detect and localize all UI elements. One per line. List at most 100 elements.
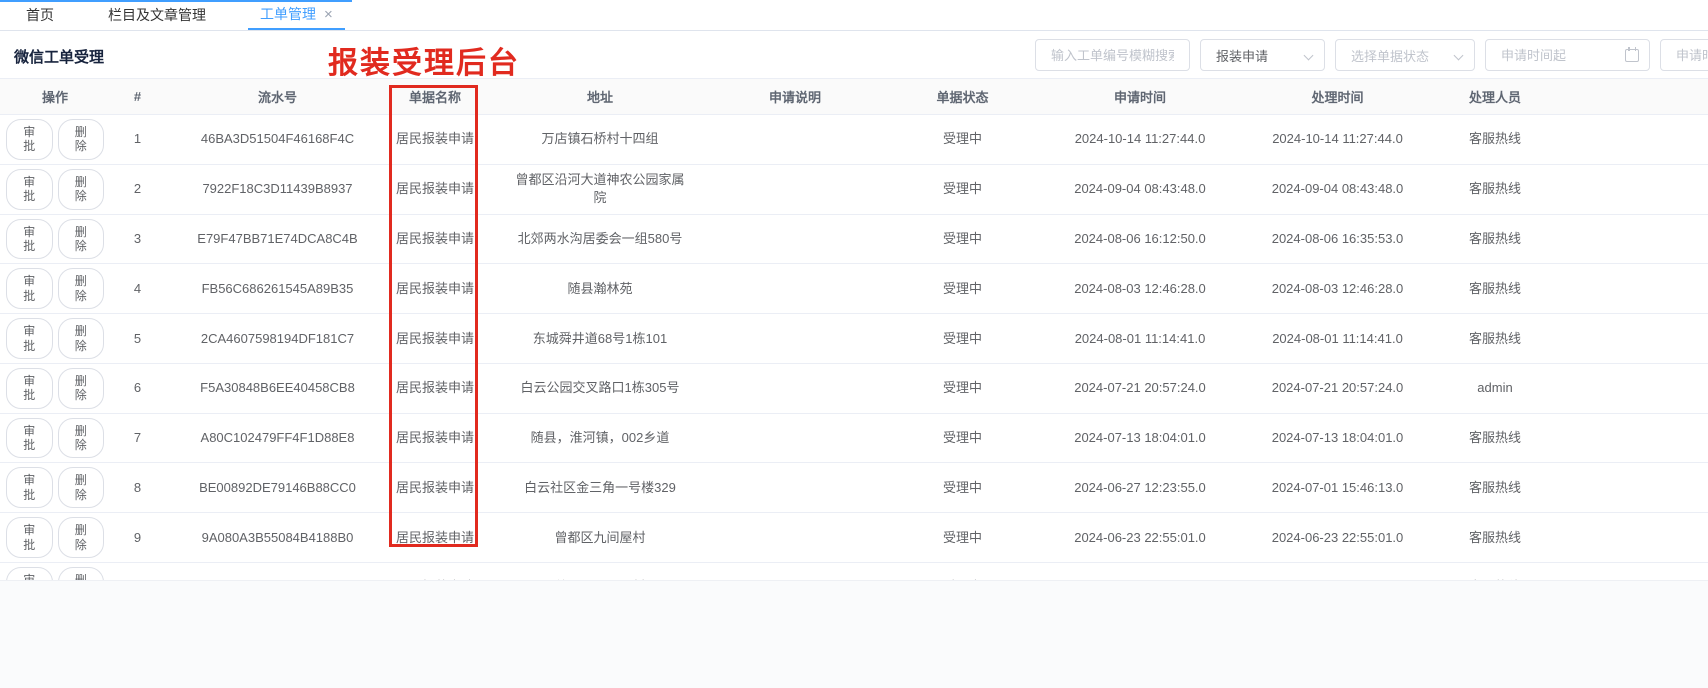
row-actions: 审批 删除 (0, 215, 110, 264)
tab-home[interactable]: 首页 (14, 0, 66, 30)
description (720, 165, 870, 214)
handle-time: 2024-08-01 11:14:41.0 (1225, 314, 1450, 363)
work-order-table: 操作 # 流水号 单据名称 地址 申请说明 单据状态 申请时间 处理时间 处理人… (0, 78, 1708, 613)
status: 受理中 (870, 314, 1055, 363)
handler: 客服热线 (1450, 165, 1540, 214)
address: 东城舜井道68号1栋101 (480, 314, 720, 363)
delete-button[interactable]: 删除 (58, 219, 105, 260)
table-row: 审批 删除 4 FB56C686261545A89B35 居民报装申请 随县瀚林… (0, 264, 1708, 314)
tab-label: 栏目及文章管理 (108, 5, 206, 25)
table-row: 审批 删除 6 F5A30848B6EE40458CB8 居民报装申请 白云公园… (0, 364, 1708, 414)
apply-time: 2024-07-21 20:57:24.0 (1055, 364, 1225, 413)
delete-button[interactable]: 删除 (58, 517, 105, 558)
table-row: 审批 删除 9 9A080A3B55084B4188B0 居民报装申请 曾都区九… (0, 513, 1708, 563)
apply-time: 2024-10-14 11:27:44.0 (1055, 115, 1225, 164)
description (720, 215, 870, 264)
page-title: 微信工单受理 (14, 46, 104, 67)
table-row: 审批 删除 5 2CA4607598194DF181C7 居民报装申请 东城舜井… (0, 314, 1708, 364)
row-index: 3 (110, 215, 165, 264)
order-type-select[interactable]: 报装申请 (1200, 39, 1325, 71)
approve-button[interactable]: 审批 (6, 169, 53, 210)
handler: 客服热线 (1450, 513, 1540, 562)
handle-time: 2024-07-21 20:57:24.0 (1225, 364, 1450, 413)
apply-time: 2024-09-04 08:43:48.0 (1055, 165, 1225, 214)
status: 受理中 (870, 165, 1055, 214)
row-actions: 审批 删除 (0, 463, 110, 512)
approve-button[interactable]: 审批 (6, 119, 53, 160)
row-actions: 审批 删除 (0, 414, 110, 463)
approve-button[interactable]: 审批 (6, 219, 53, 260)
serial-number: FB56C686261545A89B35 (165, 264, 390, 313)
status: 受理中 (870, 215, 1055, 264)
col-header-index: # (110, 79, 165, 114)
description (720, 414, 870, 463)
description (720, 513, 870, 562)
approve-button[interactable]: 审批 (6, 318, 53, 359)
apply-time: 2024-08-06 16:12:50.0 (1055, 215, 1225, 264)
description (720, 115, 870, 164)
description (720, 463, 870, 512)
row-index: 8 (110, 463, 165, 512)
approve-button[interactable]: 审批 (6, 467, 53, 508)
order-search-input[interactable] (1036, 40, 1189, 70)
approve-button[interactable]: 审批 (6, 418, 53, 459)
order-search-field (1035, 39, 1190, 71)
table-row: 审批 删除 2 7922F18C3D11439B8937 居民报装申请 曾都区沿… (0, 165, 1708, 215)
handle-time: 2024-06-23 22:55:01.0 (1225, 513, 1450, 562)
address: 北郊两水沟居委会一组580号 (480, 215, 720, 264)
row-actions: 审批 删除 (0, 264, 110, 313)
toolbar: 微信工单受理 报装申请 选择单据状态 (0, 31, 1708, 78)
address: 万店镇石桥村十四组 (480, 115, 720, 164)
address: 随县瀚林苑 (480, 264, 720, 313)
handler: 客服热线 (1450, 115, 1540, 164)
doc-name: 居民报装申请 (390, 513, 480, 562)
page-background (0, 580, 1708, 688)
delete-button[interactable]: 删除 (58, 119, 105, 160)
approve-button[interactable]: 审批 (6, 517, 53, 558)
description (720, 314, 870, 363)
status: 受理中 (870, 414, 1055, 463)
address: 随县，淮河镇，002乡道 (480, 414, 720, 463)
chevron-down-icon (1454, 51, 1464, 61)
status-select[interactable]: 选择单据状态 (1335, 39, 1475, 71)
row-index: 5 (110, 314, 165, 363)
approve-button[interactable]: 审批 (6, 268, 53, 309)
serial-number: 9A080A3B55084B4188B0 (165, 513, 390, 562)
table-body: 审批 删除 1 46BA3D51504F46168F4C 居民报装申请 万店镇石… (0, 115, 1708, 613)
tab-label: 工单管理 (260, 4, 316, 24)
serial-number: 2CA4607598194DF181C7 (165, 314, 390, 363)
status: 受理中 (870, 513, 1055, 562)
handler: 客服热线 (1450, 314, 1540, 363)
delete-button[interactable]: 删除 (58, 318, 105, 359)
handler: admin (1450, 364, 1540, 413)
delete-button[interactable]: 删除 (58, 268, 105, 309)
col-header-handler: 处理人员 (1450, 79, 1540, 114)
table-row: 审批 删除 1 46BA3D51504F46168F4C 居民报装申请 万店镇石… (0, 115, 1708, 165)
approve-button[interactable]: 审批 (6, 368, 53, 409)
apply-date-end-input[interactable] (1661, 40, 1708, 70)
tab-work-orders[interactable]: 工单管理 × (248, 0, 345, 30)
col-header-description: 申请说明 (720, 79, 870, 114)
delete-button[interactable]: 删除 (58, 467, 105, 508)
tab-articles[interactable]: 栏目及文章管理 (96, 0, 218, 30)
handle-time: 2024-09-04 08:43:48.0 (1225, 165, 1450, 214)
delete-button[interactable]: 删除 (58, 418, 105, 459)
close-icon[interactable]: × (324, 7, 333, 22)
handle-time: 2024-07-13 18:04:01.0 (1225, 414, 1450, 463)
apply-time: 2024-08-01 11:14:41.0 (1055, 314, 1225, 363)
delete-button[interactable]: 删除 (58, 169, 105, 210)
doc-name: 居民报装申请 (390, 414, 480, 463)
row-index: 9 (110, 513, 165, 562)
col-header-status: 单据状态 (870, 79, 1055, 114)
apply-date-start-field (1485, 39, 1650, 71)
progress-bar (0, 0, 352, 2)
col-header-address: 地址 (480, 79, 720, 114)
col-header-actions: 操作 (0, 79, 110, 114)
delete-button[interactable]: 删除 (58, 368, 105, 409)
description (720, 364, 870, 413)
work-order-admin-screen: 首页 栏目及文章管理 工单管理 × 微信工单受理 报装申请 选择单据状态 (0, 0, 1708, 688)
status: 受理中 (870, 264, 1055, 313)
calendar-icon (1625, 49, 1639, 62)
handler: 客服热线 (1450, 264, 1540, 313)
description (720, 264, 870, 313)
